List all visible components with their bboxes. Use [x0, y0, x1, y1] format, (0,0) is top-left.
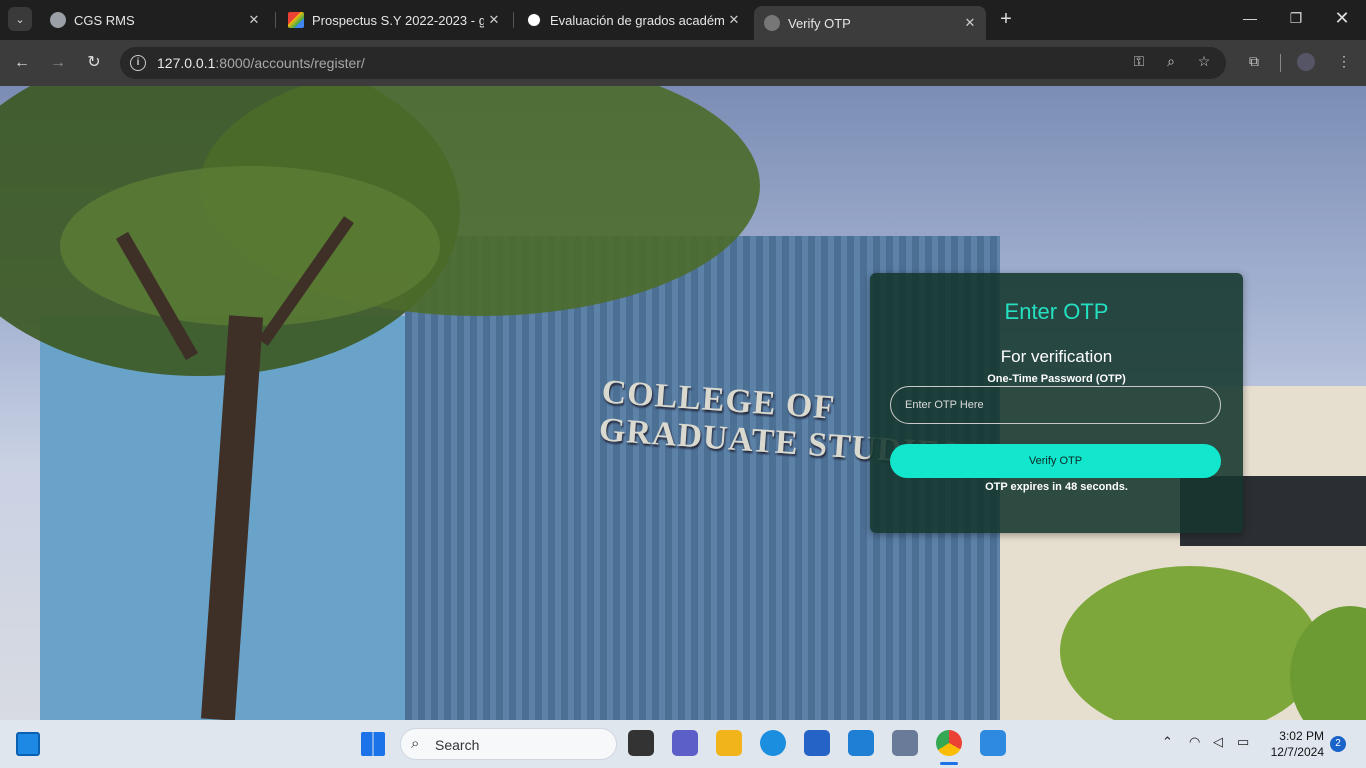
- store-icon[interactable]: [804, 730, 830, 756]
- teams-icon[interactable]: [672, 730, 698, 756]
- tab-search-button[interactable]: ⌄: [8, 7, 32, 31]
- app-icon[interactable]: [892, 730, 918, 756]
- close-window-button[interactable]: ✕: [1330, 8, 1354, 29]
- globe-icon: [764, 15, 780, 31]
- menu-icon[interactable]: ⋮: [1334, 53, 1354, 70]
- tab-cgs-rms[interactable]: CGS RMS ✕: [40, 6, 270, 34]
- wifi-icon[interactable]: ◠: [1189, 734, 1200, 750]
- tab-evaluacion[interactable]: Evaluación de grados académic ✕: [516, 6, 750, 34]
- close-tab-icon[interactable]: ✕: [960, 15, 980, 31]
- otp-card: Enter OTP For verification One-Time Pass…: [870, 273, 1243, 533]
- task-view-icon[interactable]: [628, 730, 654, 756]
- zoom-icon[interactable]: ⌕: [1161, 53, 1181, 70]
- chatgpt-icon: [526, 12, 542, 28]
- close-tab-icon[interactable]: ✕: [724, 12, 744, 28]
- vscode-icon[interactable]: [848, 730, 874, 756]
- card-subtitle: For verification: [1000, 347, 1113, 366]
- restore-button[interactable]: ❐: [1284, 10, 1308, 27]
- back-button[interactable]: ←: [12, 53, 32, 73]
- browser-toolbar: ← → ↻ i 127.0.0.1:8000/accounts/register…: [0, 40, 1366, 86]
- widgets-icon[interactable]: [16, 732, 40, 756]
- globe-icon: [50, 12, 66, 28]
- url-text[interactable]: 127.0.0.1:8000/accounts/register/: [157, 55, 365, 71]
- tab-verify-otp[interactable]: Verify OTP ✕: [754, 6, 986, 40]
- close-tab-icon[interactable]: ✕: [484, 12, 504, 28]
- new-tab-button[interactable]: +: [996, 9, 1016, 29]
- reload-button[interactable]: ↻: [84, 53, 104, 73]
- taskbar-search[interactable]: ⌕ Search: [400, 728, 617, 760]
- chrome-icon[interactable]: [936, 730, 962, 756]
- password-key-icon[interactable]: ⚿: [1129, 53, 1149, 70]
- bookmark-star-icon[interactable]: ☆: [1194, 53, 1214, 70]
- show-hidden-icons[interactable]: ⌃: [1162, 734, 1173, 750]
- tab-prospectus[interactable]: Prospectus S.Y 2022-2023 - guz ✕: [278, 6, 510, 34]
- card-title: Enter OTP: [1004, 299, 1109, 324]
- close-tab-icon[interactable]: ✕: [244, 12, 264, 28]
- taskbar: ⌕ Search ⌃ ◠ ◁ ▭ 3:02 PM 12/7/2024 2: [0, 720, 1366, 768]
- page-background: COLLEGE OF GRADUATE STUDIES Enter OTP Fo…: [0, 86, 1366, 720]
- otp-field-label: One-Time Password (OTP): [987, 373, 1126, 385]
- profile-avatar[interactable]: [1297, 53, 1315, 71]
- gmail-icon: [288, 12, 304, 28]
- minimize-button[interactable]: —: [1238, 10, 1262, 26]
- search-icon: ⌕: [411, 735, 420, 752]
- verify-otp-button[interactable]: Verify OTP: [890, 444, 1221, 478]
- file-explorer-icon[interactable]: [716, 730, 742, 756]
- clock[interactable]: 3:02 PM 12/7/2024: [1262, 728, 1324, 760]
- otp-input[interactable]: [890, 386, 1221, 424]
- photos-icon[interactable]: [980, 730, 1006, 756]
- edge-icon[interactable]: [760, 730, 786, 756]
- volume-icon[interactable]: ◁: [1213, 734, 1223, 750]
- forward-button[interactable]: →: [48, 53, 68, 73]
- tab-bar: ⌄ CGS RMS ✕ Prospectus S.Y 2022-2023 - g…: [0, 0, 1366, 40]
- address-bar[interactable]: i 127.0.0.1:8000/accounts/register/ ⚿ ⌕ …: [120, 47, 1226, 79]
- notification-badge[interactable]: 2: [1330, 736, 1346, 752]
- otp-expiry-text: OTP expires in 48 seconds.: [985, 481, 1128, 493]
- start-button[interactable]: [361, 732, 385, 756]
- site-info-icon[interactable]: i: [130, 55, 146, 71]
- extensions-icon[interactable]: ⧉: [1244, 53, 1264, 70]
- battery-icon[interactable]: ▭: [1237, 734, 1249, 750]
